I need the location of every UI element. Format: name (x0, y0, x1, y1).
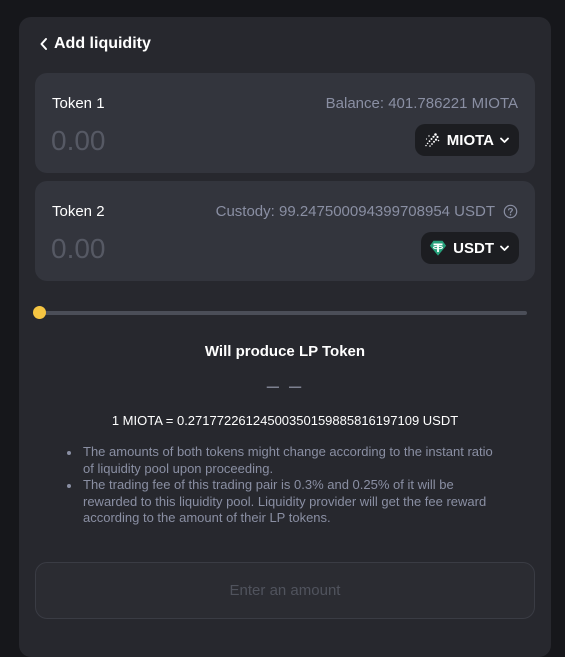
exchange-rate: 1 MIOTA = 0.2717722612450035015988581619… (111, 413, 459, 428)
token2-symbol: USDT (453, 239, 494, 257)
token2-custody: Custody: 99.247500094399708954 USDT (216, 203, 518, 220)
iota-logo-icon (425, 133, 440, 147)
tether-logo-icon (430, 240, 447, 256)
token2-card: Token 2 Custody: 99.247500094399708954 U… (35, 181, 535, 281)
token1-card: Token 1 Balance: 401.786221 MIOTA 0.00 M… (35, 73, 535, 173)
token1-amount-input[interactable] (51, 123, 311, 159)
note-item: The trading fee of this trading pair is … (67, 477, 507, 527)
back-header[interactable]: Add liquidity (39, 35, 151, 53)
token1-balance: Balance: 401.786221 MIOTA (325, 95, 518, 112)
chevron-left-icon (40, 38, 47, 50)
chevron-down-icon (500, 245, 509, 251)
token2-label: Token 2 (52, 203, 105, 220)
chevron-down-icon (500, 137, 509, 143)
token2-select[interactable]: USDT (421, 232, 519, 264)
token1-symbol: MIOTA (446, 131, 494, 149)
submit-button[interactable]: Enter an amount (35, 562, 535, 619)
lp-token-title: Will produce LP Token (204, 343, 366, 360)
token1-label: Token 1 (52, 95, 105, 112)
token2-custody-text: Custody: 99.247500094399708954 USDT (215, 203, 495, 220)
question-circle-icon[interactable] (503, 204, 518, 219)
slider-thumb[interactable] (33, 306, 46, 319)
lp-token-value: – – (266, 373, 304, 398)
info-notes: The amounts of both tokens might change … (67, 444, 507, 527)
add-liquidity-panel: Add liquidity Token 1 Balance: 401.78622… (19, 17, 551, 657)
token2-amount-input[interactable] (51, 231, 311, 267)
note-item: The amounts of both tokens might change … (67, 444, 507, 477)
token1-select[interactable]: MIOTA (414, 124, 519, 156)
slider-track[interactable] (39, 311, 527, 315)
ratio-slider[interactable] (33, 306, 527, 320)
page-title: Add liquidity (54, 35, 151, 52)
